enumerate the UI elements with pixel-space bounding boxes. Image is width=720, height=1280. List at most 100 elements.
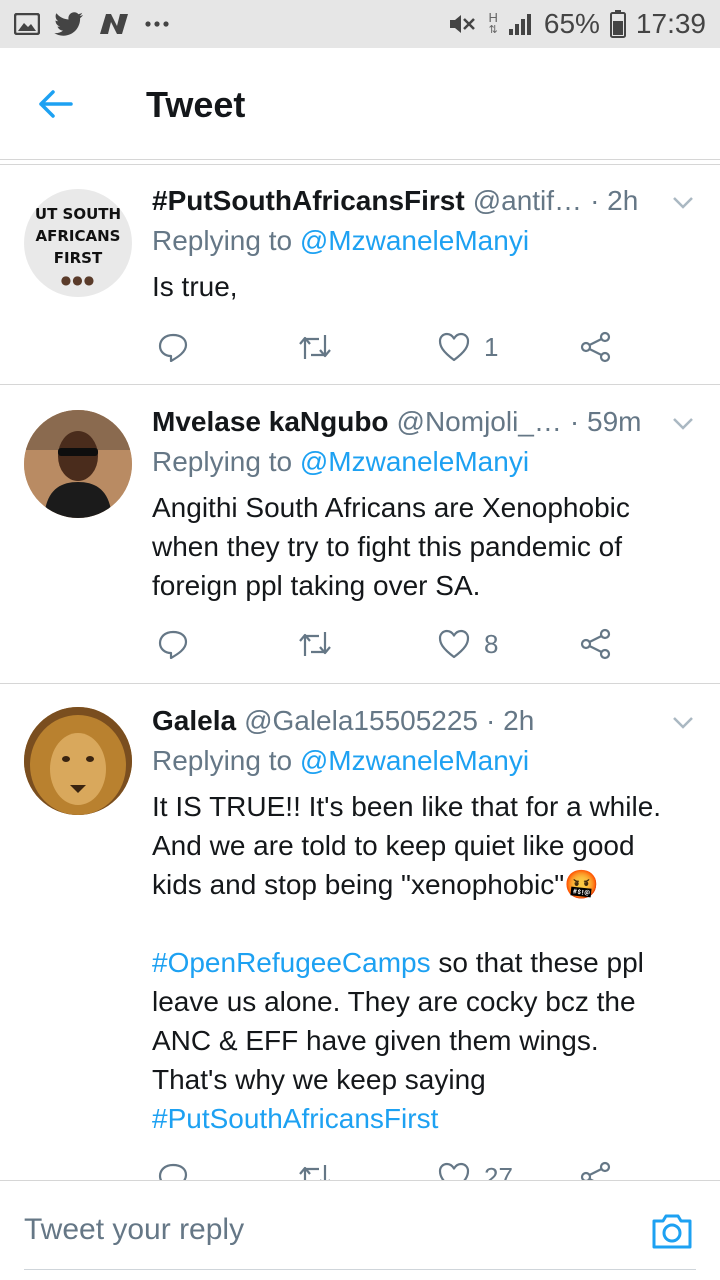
tweet-text-line: It IS TRUE!! It's been like that for a w… xyxy=(152,791,662,822)
signal-icon xyxy=(508,12,534,36)
share-button[interactable] xyxy=(580,327,612,367)
avatar-fists-icon: ●●● xyxy=(60,273,96,287)
replying-to: Replying to @MzwaneleManyi xyxy=(152,745,529,777)
avatar-text-line: UT SOUTH xyxy=(34,205,122,223)
tweet-text-line: And we are told to keep quiet like good xyxy=(152,830,635,861)
like-button[interactable]: 8 xyxy=(438,624,498,664)
share-button[interactable] xyxy=(580,624,612,664)
retweet-icon xyxy=(299,632,331,656)
reply-icon xyxy=(158,333,188,362)
heart-icon xyxy=(438,1162,470,1180)
display-name[interactable]: Mvelase kaNgubo xyxy=(152,406,389,438)
mention-link[interactable]: @MzwaneleManyi xyxy=(300,745,529,776)
chevron-down-icon[interactable] xyxy=(670,189,696,215)
network-type-label: H xyxy=(488,10,498,25)
tweet-text-line: That's why we keep saying xyxy=(152,1064,486,1095)
like-count: 8 xyxy=(484,628,499,659)
more-dots-icon xyxy=(144,20,170,28)
heart-icon xyxy=(438,332,470,362)
reply-icon xyxy=(158,630,188,659)
replying-prefix: Replying to xyxy=(152,446,300,477)
camera-icon xyxy=(652,1214,692,1249)
username[interactable]: @Galela15505225 xyxy=(244,705,478,737)
battery-percent: 65% xyxy=(543,8,600,39)
tweet-text-line: kids and stop being "xenophobic"🤬 xyxy=(152,869,600,900)
tweet-text-line: foreign ppl taking over SA. xyxy=(152,570,481,601)
heart-icon xyxy=(438,629,470,659)
reply-input-underline xyxy=(24,1269,696,1270)
tweet-item[interactable]: UT SOUTH AFRICANS FIRST ●●● #PutSouthAfr… xyxy=(0,165,720,385)
tweet-actions: 27 xyxy=(152,1157,622,1180)
tweet-item[interactable]: Mvelase kaNgubo @Nomjoli_… · 59m Replyin… xyxy=(0,386,720,684)
tweet-item[interactable]: Galela @Galela15505225 · 2h Replying to … xyxy=(0,685,720,1180)
avatar-photo xyxy=(24,410,132,518)
like-count: 1 xyxy=(484,331,499,362)
camera-button[interactable] xyxy=(650,1211,694,1251)
tweet-text-line: leave us alone. They are cocky bcz the xyxy=(152,986,636,1017)
reply-button[interactable] xyxy=(158,624,188,664)
network-type-icon: H ⇅ xyxy=(488,10,498,36)
mention-link[interactable]: @MzwaneleManyi xyxy=(300,225,529,256)
tweet-text-line: Angithi South Africans are Xenophobic xyxy=(152,492,630,523)
username[interactable]: @Nomjoli_… xyxy=(397,406,562,438)
retweet-button[interactable] xyxy=(298,624,332,664)
app-header: Tweet xyxy=(0,48,720,160)
n-app-icon xyxy=(98,12,130,36)
share-icon xyxy=(580,628,611,660)
retweet-icon xyxy=(299,1165,330,1180)
timestamp: · 2h xyxy=(590,185,639,216)
chevron-down-icon[interactable] xyxy=(670,709,696,735)
tweet-text-line: when they try to fight this pandemic of xyxy=(152,531,623,562)
status-left-icons xyxy=(14,12,170,36)
clock: 17:39 xyxy=(635,8,706,39)
like-button[interactable]: 27 xyxy=(438,1157,513,1180)
gallery-icon xyxy=(14,13,40,35)
reply-button[interactable] xyxy=(158,327,188,367)
avatar-text-line: FIRST xyxy=(53,249,103,267)
chevron-down-icon[interactable] xyxy=(670,410,696,436)
tweet-text: It IS TRUE!! It's been like that for a w… xyxy=(152,787,692,1138)
tweet-header: Mvelase kaNgubo @Nomjoli_… · 59m xyxy=(152,404,696,440)
reply-composer: Tweet your reply xyxy=(0,1180,720,1280)
timestamp: · 2h xyxy=(486,705,535,736)
avatar[interactable] xyxy=(24,707,132,815)
status-right-icons: H ⇅ 65% 17:39 xyxy=(448,8,706,40)
replying-to: Replying to @MzwaneleManyi xyxy=(152,446,529,478)
avatar[interactable]: UT SOUTH AFRICANS FIRST ●●● xyxy=(24,189,132,297)
tweet-header: #PutSouthAfricansFirst @antif… · 2h xyxy=(152,183,696,219)
like-button[interactable]: 1 xyxy=(438,327,498,367)
battery-icon xyxy=(609,10,626,38)
tweet-actions: 8 xyxy=(152,624,622,664)
status-bar: H ⇅ 65% 17:39 xyxy=(0,0,720,48)
username[interactable]: @antif… xyxy=(473,185,582,217)
replying-prefix: Replying to xyxy=(152,745,300,776)
tweet-text-line: #PutSouthAfricansFirst xyxy=(152,1099,692,1138)
display-name[interactable]: Galela xyxy=(152,705,236,737)
tweet-text-line: #OpenRefugeeCamps so that these ppl xyxy=(152,943,692,982)
hashtag-link[interactable]: #PutSouthAfricansFirst xyxy=(152,1103,438,1134)
avatar-text-line: AFRICANS xyxy=(35,227,121,245)
page-title: Tweet xyxy=(146,84,246,125)
reply-input[interactable]: Tweet your reply xyxy=(24,1213,244,1247)
like-count: 27 xyxy=(484,1161,513,1181)
reply-icon xyxy=(158,1163,188,1180)
timestamp: · 59m xyxy=(569,406,642,437)
retweet-button[interactable] xyxy=(298,327,332,367)
reply-button[interactable] xyxy=(158,1157,188,1180)
hashtag-link[interactable]: #OpenRefugeeCamps xyxy=(152,947,431,978)
avatar-photo xyxy=(24,707,132,815)
back-arrow-icon xyxy=(39,90,73,118)
back-button[interactable] xyxy=(30,84,80,124)
share-button[interactable] xyxy=(580,1157,612,1180)
tweet-actions: 1 xyxy=(152,327,622,367)
mention-link[interactable]: @MzwaneleManyi xyxy=(300,446,529,477)
retweet-button[interactable] xyxy=(298,1157,332,1180)
tweet-text-blank-line xyxy=(152,904,692,943)
share-icon xyxy=(580,331,611,363)
display-name[interactable]: #PutSouthAfricansFirst xyxy=(152,185,465,217)
mute-icon xyxy=(448,11,478,37)
tweet-header: Galela @Galela15505225 · 2h xyxy=(152,703,696,739)
tweet-text-fragment: so that these ppl xyxy=(430,947,644,978)
avatar[interactable] xyxy=(24,410,132,518)
replying-to: Replying to @MzwaneleManyi xyxy=(152,225,529,257)
